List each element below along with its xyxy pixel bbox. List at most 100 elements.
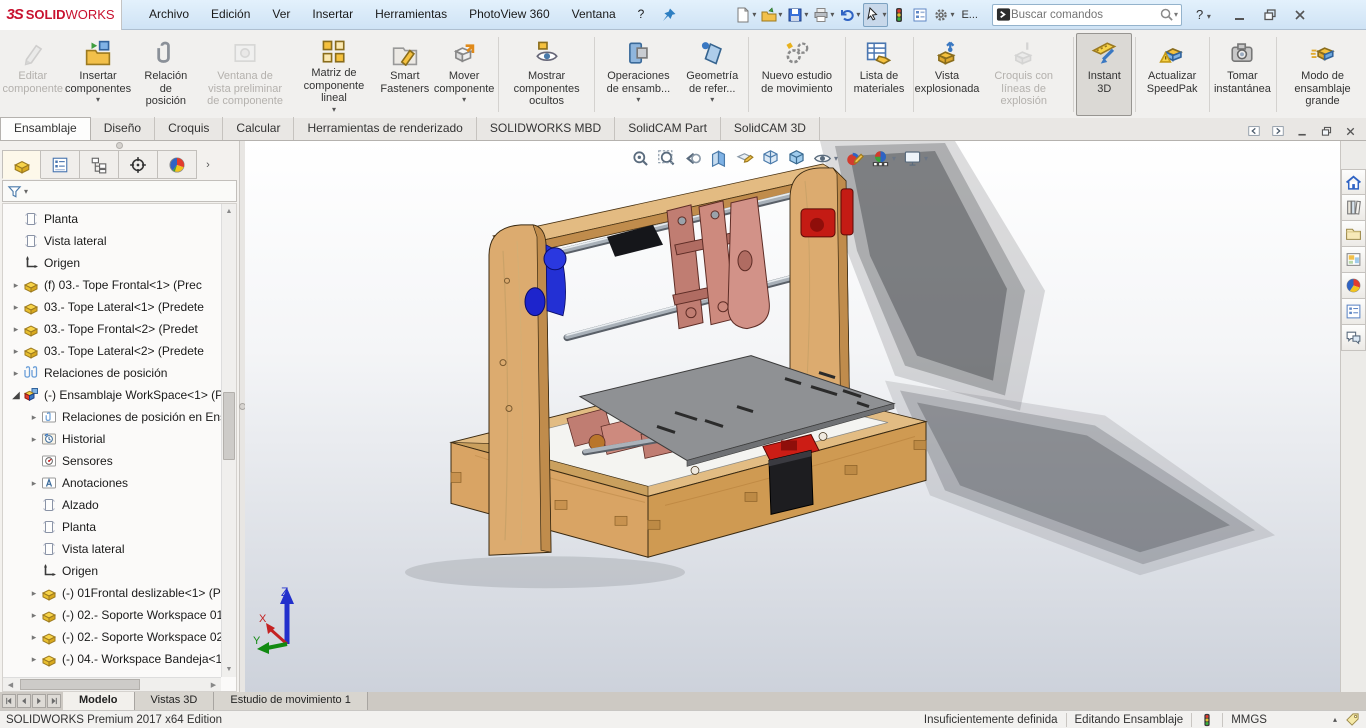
tree-item[interactable]: ◢ (-) Ensamblaje WorkSpace<1> (Pr	[3, 384, 221, 406]
tree-item[interactable]: ▸ 03.- Tope Frontal<2> (Predet	[3, 318, 221, 340]
panel-splitter-horizontal[interactable]	[0, 141, 239, 150]
tree-item[interactable]: ▸ Relaciones de posición en Ens	[3, 406, 221, 428]
ribbon-insert-components-button[interactable]: Insertar componentes ▾	[64, 33, 133, 116]
tree-item[interactable]: Vista lateral	[3, 230, 221, 252]
tree-item[interactable]: ▸ Historial	[3, 428, 221, 450]
dimxpertmanager-tab[interactable]	[119, 150, 158, 179]
ribbon-snapshot-button[interactable]: Tomar instantánea	[1212, 33, 1273, 116]
expand-arrow-icon[interactable]: ▸	[27, 610, 41, 621]
collapse-arrow-icon[interactable]: ◢	[9, 390, 23, 401]
expand-arrow-icon[interactable]: ▸	[27, 632, 41, 643]
tree-item[interactable]: Planta	[3, 208, 221, 230]
tree-vertical-scrollbar[interactable]: ▲ ▼	[221, 204, 236, 677]
ribbon-reference-geometry-button[interactable]: Geometría de refer... ▾	[679, 33, 745, 116]
menu-photoview-360[interactable]: PhotoView 360	[458, 0, 561, 29]
expand-arrow-icon[interactable]: ▸	[9, 368, 23, 379]
previous-pane-button[interactable]	[1244, 122, 1264, 140]
search-icon[interactable]	[1159, 7, 1174, 22]
expand-arrow-icon[interactable]: ▸	[27, 588, 41, 599]
dropdown-caret-icon[interactable]: ▾	[636, 96, 640, 104]
nav-last-button[interactable]	[47, 694, 61, 708]
home-tab[interactable]	[1341, 169, 1366, 195]
ribbon-exploded-view-button[interactable]: Vista explosionada	[915, 33, 979, 116]
configurationmanager-tab[interactable]	[80, 150, 119, 179]
pin-icon[interactable]	[661, 7, 681, 23]
tree-item[interactable]: ▸ 03.- Tope Lateral<1> (Predete	[3, 296, 221, 318]
tab-ensamblaje[interactable]: Ensamblaje	[0, 117, 91, 140]
tree-item[interactable]: ▸ Relaciones de posición	[3, 362, 221, 384]
tree-item[interactable]: ▸ (-) 02.- Soporte Workspace 02	[3, 626, 221, 648]
ribbon-smart-fasteners-button[interactable]: Smart Fasteners	[377, 33, 433, 116]
tab-herramientas-de-renderizado[interactable]: Herramientas de renderizado	[294, 117, 477, 140]
panel-tabs-overflow[interactable]: ›	[197, 150, 219, 179]
file-explorer-tab[interactable]	[1341, 221, 1366, 247]
zoom-to-fit-button[interactable]	[631, 149, 650, 168]
help-menu[interactable]: ? ▾	[1196, 7, 1211, 22]
tree-horizontal-scrollbar[interactable]: ◀ ▶	[3, 677, 221, 691]
dropdown-caret-icon[interactable]: ▾	[462, 96, 466, 104]
doc-restore-button[interactable]	[1316, 122, 1336, 140]
nav-next-button[interactable]	[32, 694, 46, 708]
expand-arrow-icon[interactable]: ▸	[9, 280, 23, 291]
next-pane-button[interactable]	[1268, 122, 1288, 140]
new-document-button[interactable]: ▾	[733, 3, 758, 27]
tab-solidcam-part[interactable]: SolidCAM Part	[615, 117, 721, 140]
scroll-left-arrow[interactable]: ◀	[3, 681, 18, 689]
dropdown-caret-icon[interactable]: ▾	[710, 96, 714, 104]
tree-item[interactable]: ▸ (-) 01Frontal deslizable<1> (P	[3, 582, 221, 604]
graphics-viewport[interactable]: ▾ ▾ ▾ Z X Y	[245, 141, 1340, 692]
expand-arrow-icon[interactable]: ▸	[27, 478, 41, 489]
expand-arrow-icon[interactable]: ▸	[9, 346, 23, 357]
edit-appearance-button[interactable]	[845, 149, 865, 168]
minimize-button[interactable]	[1225, 3, 1255, 27]
previous-view-button[interactable]	[683, 149, 702, 168]
tab-croquis[interactable]: Croquis	[155, 117, 224, 140]
tab-solidcam-3d[interactable]: SolidCAM 3D	[721, 117, 820, 140]
nav-first-button[interactable]	[2, 694, 16, 708]
ribbon-assembly-features-button[interactable]: Operaciones de ensamb... ▾	[598, 33, 679, 116]
view-orientation-button[interactable]	[761, 149, 780, 168]
undo-button[interactable]: ▾	[837, 3, 862, 27]
search-dropdown-caret[interactable]: ▾	[1174, 10, 1178, 19]
tab-calcular[interactable]: Calcular	[223, 117, 295, 140]
expand-arrow-icon[interactable]: ▸	[27, 412, 41, 423]
restore-button[interactable]	[1255, 3, 1285, 27]
scroll-up-arrow[interactable]: ▲	[226, 204, 233, 219]
ribbon-large-assembly-button[interactable]: Modo de ensamblaje grande	[1279, 33, 1366, 116]
displaymanager-tab[interactable]	[158, 150, 197, 179]
model-tab-modelo[interactable]: Modelo	[63, 692, 135, 710]
ribbon-mate-button[interactable]: Relación de posición	[133, 33, 199, 116]
tree-item[interactable]: ▸ (-) 04.- Workspace Bandeja<1	[3, 648, 221, 670]
tree-item[interactable]: ▸ 03.- Tope Lateral<2> (Predete	[3, 340, 221, 362]
tag-icon[interactable]	[1345, 712, 1360, 727]
ribbon-instant3d-button[interactable]: Instant 3D	[1076, 33, 1133, 116]
vertical-scroll-thumb[interactable]	[223, 391, 235, 460]
select-tool-button[interactable]: ▾	[863, 2, 889, 27]
ribbon-move-component-button[interactable]: Mover componente ▾	[433, 33, 496, 116]
filter-dropdown-caret[interactable]: ▾	[24, 187, 28, 196]
doc-minimize-button[interactable]	[1292, 122, 1312, 140]
tab-solidworks-mbd[interactable]: SOLIDWORKS MBD	[477, 117, 616, 140]
units-selector[interactable]: MMGS ▴	[1231, 714, 1337, 726]
model-tab-vistas-3d[interactable]: Vistas 3D	[134, 692, 215, 710]
custom-properties-tab[interactable]	[1341, 299, 1366, 325]
file-properties-button[interactable]	[910, 3, 930, 27]
propertymanager-tab[interactable]	[41, 150, 80, 179]
tree-item[interactable]: Origen	[3, 560, 221, 582]
3d-model-render[interactable]	[245, 141, 1340, 692]
toolbar-overflow-button[interactable]: E...	[961, 9, 978, 21]
view-palette-tab[interactable]	[1341, 247, 1366, 273]
apply-scene-button[interactable]: ▾	[871, 149, 896, 168]
solidworks-forum-tab[interactable]	[1341, 325, 1366, 351]
menu-ventana[interactable]: Ventana	[561, 0, 627, 29]
ribbon-linear-pattern-button[interactable]: Matriz de componente lineal ▾	[291, 33, 377, 116]
tree-item[interactable]: Origen	[3, 252, 221, 274]
horizontal-scroll-thumb[interactable]	[20, 679, 140, 690]
menu-insertar[interactable]: Insertar	[301, 0, 364, 29]
menu-archivo[interactable]: Archivo	[138, 0, 200, 29]
tab-dise-o[interactable]: Diseño	[91, 117, 156, 140]
tree-item[interactable]: ▸ (f) 03.- Tope Frontal<1> (Prec	[3, 274, 221, 296]
tree-item[interactable]: Alzado	[3, 494, 221, 516]
appearances-scenes-tab[interactable]	[1341, 273, 1366, 299]
section-view-button[interactable]	[709, 149, 728, 168]
